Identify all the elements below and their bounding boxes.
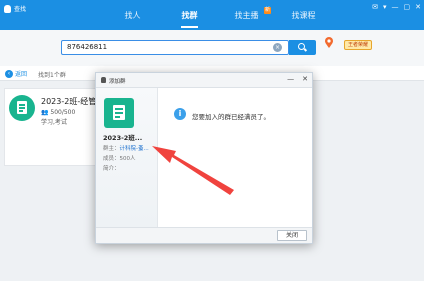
qq-penguin-icon [4, 4, 11, 13]
owner-link[interactable]: 计科院-蚤... [120, 146, 149, 152]
tab-label: 找人 [124, 11, 141, 20]
document-icon [113, 105, 125, 120]
dialog-minimize-icon[interactable]: — [287, 75, 294, 83]
app-title: 查找 [14, 6, 27, 13]
title-bar: 查找 找人 找群 找主播新 找课程 ✉ ▾ — ▢ ✕ [0, 0, 424, 30]
app-logo: 查找 [4, 4, 26, 13]
minimize-icon[interactable]: — [392, 3, 399, 11]
tab-label: 找群 [181, 11, 198, 20]
search-value: 876426811 [67, 43, 108, 51]
document-icon [17, 101, 27, 114]
tab-bar: 找人 找群 找主播新 找课程 [104, 0, 332, 30]
result-count: 找到1个群 [38, 72, 66, 79]
back-label: 返回 [15, 71, 28, 78]
window-controls: ✉ ▾ — ▢ ✕ [372, 3, 421, 11]
dialog-footer: 关闭 [96, 227, 312, 243]
dialog-close-icon[interactable]: ✕ [302, 75, 308, 83]
group-info-panel: 2023-2班... 群主：计科院-蚤... 成员：500人 简介： [96, 88, 158, 227]
menu-dropdown-icon[interactable]: ▾ [383, 3, 387, 11]
owner-label: 群主： [103, 146, 120, 152]
search-area: 876426811 × 王者荣耀 [0, 30, 424, 66]
close-icon[interactable]: ✕ [415, 3, 421, 11]
info-message: 您要加入的群已经满员了。 [192, 113, 270, 121]
qq-penguin-icon [101, 77, 106, 83]
back-arrow-icon: ‹ [5, 69, 13, 78]
dialog-title-bar[interactable]: 添加群 — ✕ [96, 73, 312, 88]
clear-icon[interactable]: × [273, 43, 282, 52]
dialog-group-name: 2023-2班... [103, 134, 143, 142]
member-count: 👥 500/500 [41, 109, 76, 116]
group-intro: 简介： [103, 166, 120, 172]
group-owner: 群主：计科院-蚤... [103, 144, 149, 152]
location-pin-icon[interactable] [324, 37, 334, 49]
info-icon: i [174, 108, 186, 120]
back-button[interactable]: ‹ 返回 [5, 69, 27, 78]
tab-find-streamer[interactable]: 找主播新 [218, 0, 275, 30]
search-input[interactable]: 876426811 × [61, 40, 289, 55]
tab-label: 找课程 [291, 11, 316, 20]
search-button[interactable] [289, 40, 316, 55]
mail-icon[interactable]: ✉ [372, 3, 378, 11]
tab-find-people[interactable]: 找人 [104, 0, 161, 30]
vip-game-button[interactable]: 王者荣耀 [344, 40, 372, 50]
tab-label: 找主播 [234, 11, 259, 20]
group-avatar-icon [104, 98, 134, 128]
group-avatar-icon [9, 95, 35, 121]
close-button[interactable]: 关闭 [277, 230, 307, 241]
tab-find-course[interactable]: 找课程 [275, 0, 332, 30]
search-icon [298, 43, 305, 50]
group-members: 成员：500人 [103, 156, 136, 162]
add-group-dialog: 添加群 — ✕ 2023-2班... 群主：计科院-蚤... 成员：500人 简… [95, 72, 313, 244]
dialog-title: 添加群 [109, 79, 126, 85]
maximize-icon[interactable]: ▢ [404, 3, 411, 11]
new-badge: 新 [263, 7, 271, 14]
tab-find-group[interactable]: 找群 [161, 0, 218, 30]
group-tags: 学习,考试 [41, 119, 67, 126]
